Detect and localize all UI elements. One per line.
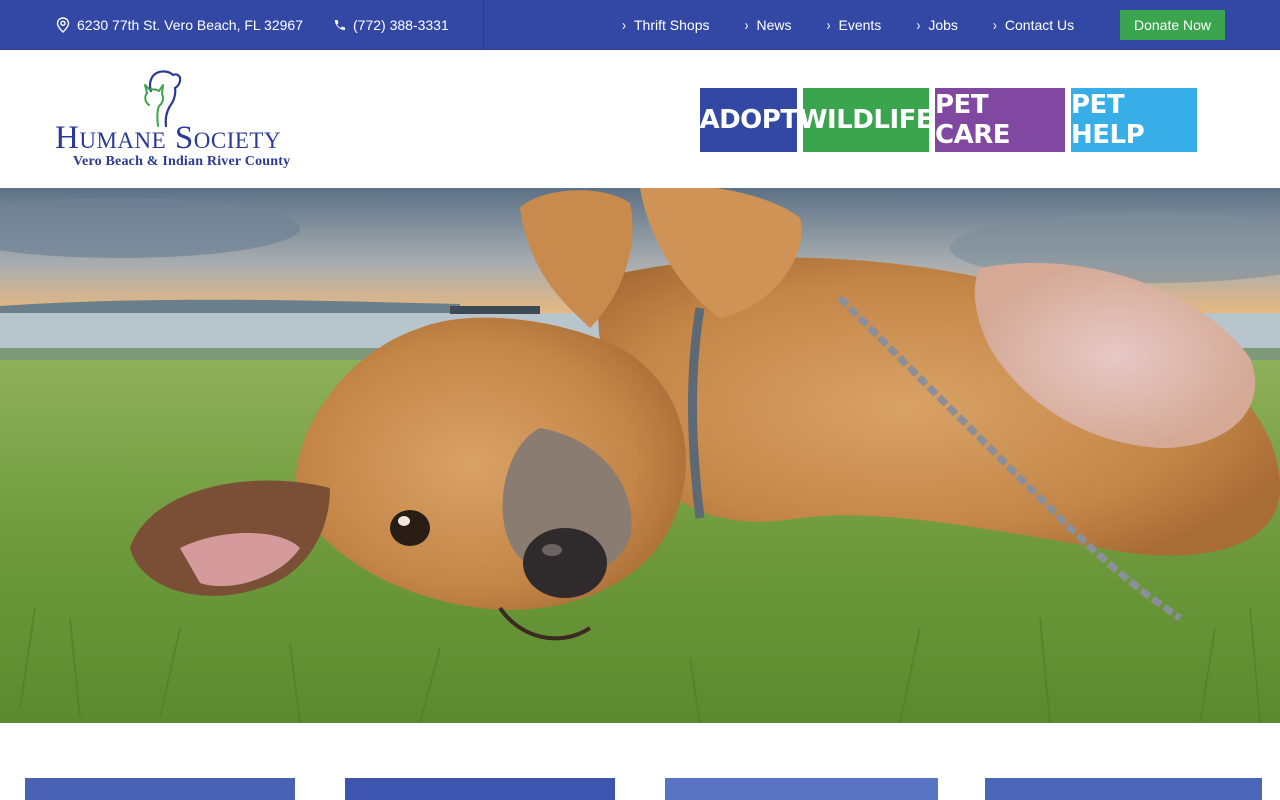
link-label[interactable]: Jobs — [928, 17, 958, 33]
chevron-right-icon: › — [744, 16, 749, 34]
map-pin-icon — [56, 17, 70, 33]
chevron-right-icon: › — [826, 16, 831, 34]
chevron-right-icon: › — [622, 16, 626, 34]
phone-info[interactable]: (772) 388-3331 — [332, 0, 449, 50]
feature-card[interactable] — [985, 778, 1262, 800]
feature-card[interactable] — [25, 778, 295, 800]
logo-name: Humane Society — [55, 120, 282, 156]
logo-subtitle: Vero Beach & Indian River County — [73, 154, 291, 169]
site-logo[interactable]: Humane Society Vero Beach & Indian River… — [55, 68, 345, 173]
hero-image — [0, 188, 1280, 723]
main-nav: ADOPT WILDLIFE PET CARE PET HELP — [699, 88, 1203, 152]
link-label[interactable]: Thrift Shops — [634, 17, 709, 33]
donate-now-button[interactable]: Donate Now — [1120, 10, 1225, 40]
utility-links: › Thrift Shops › News › Events › Jobs › … — [622, 0, 1109, 50]
link-label[interactable]: News — [756, 17, 791, 33]
link-jobs[interactable]: › Jobs — [916, 16, 958, 34]
link-thrift-shops[interactable]: › Thrift Shops — [622, 16, 709, 34]
feature-card[interactable] — [345, 778, 615, 800]
top-utility-bar: 6230 77th St. Vero Beach, FL 32967 (772)… — [0, 0, 1280, 50]
link-label[interactable]: Events — [839, 17, 882, 33]
site-header: Humane Society Vero Beach & Indian River… — [0, 51, 1280, 188]
link-contact-us[interactable]: › Contact Us — [992, 16, 1074, 34]
feature-card[interactable] — [665, 778, 938, 800]
link-news[interactable]: › News — [744, 16, 791, 34]
dog-rolling-in-grass-photo — [0, 188, 1280, 723]
link-events[interactable]: › Events — [826, 16, 882, 34]
phone-text[interactable]: (772) 388-3331 — [353, 17, 449, 33]
chevron-right-icon: › — [992, 16, 997, 34]
link-label[interactable]: Contact Us — [1005, 17, 1074, 33]
address-info: 6230 77th St. Vero Beach, FL 32967 — [56, 0, 303, 50]
phone-icon — [334, 20, 345, 31]
topbar-divider — [483, 0, 484, 50]
nav-adopt-button[interactable]: ADOPT — [699, 88, 798, 152]
address-text: 6230 77th St. Vero Beach, FL 32967 — [77, 17, 303, 33]
nav-pet-care-button[interactable]: PET CARE — [935, 88, 1065, 152]
chevron-right-icon: › — [916, 16, 921, 34]
nav-pet-help-button[interactable]: PET HELP — [1071, 88, 1197, 152]
nav-wildlife-button[interactable]: WILDLIFE — [799, 88, 934, 152]
